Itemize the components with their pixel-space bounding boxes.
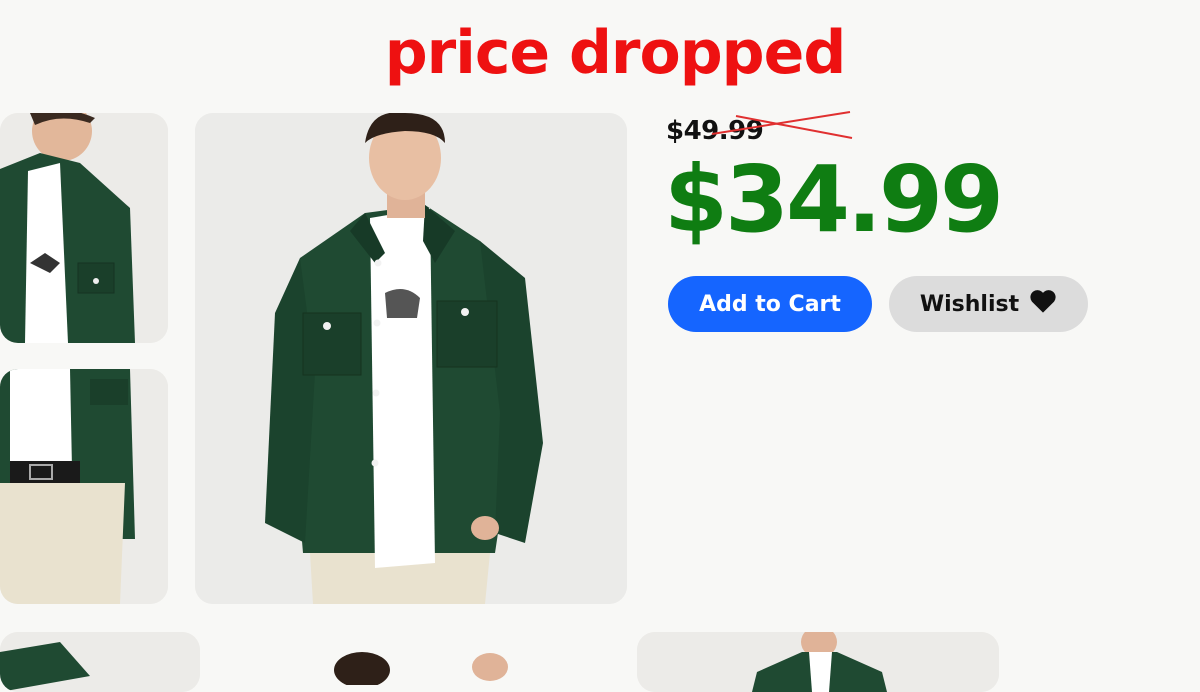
main-product-image [195, 113, 627, 604]
sale-price: $34.99 [664, 146, 1004, 253]
wishlist-label: Wishlist [919, 291, 1020, 317]
promo-headline: price dropped [384, 18, 847, 88]
add-to-cart-label: Add to Cart [699, 291, 841, 317]
price-strike-mark [711, 111, 853, 139]
thumbnail-5[interactable] [637, 632, 999, 692]
thumbnail-4[interactable] [330, 645, 530, 688]
thumbnail-2[interactable] [0, 369, 168, 604]
heart-icon [1029, 288, 1057, 320]
add-to-cart-button[interactable]: Add to Cart [668, 276, 872, 332]
wishlist-button[interactable]: Wishlist [889, 276, 1088, 332]
thumbnail-3[interactable] [0, 632, 200, 692]
thumbnail-1[interactable] [0, 113, 168, 343]
